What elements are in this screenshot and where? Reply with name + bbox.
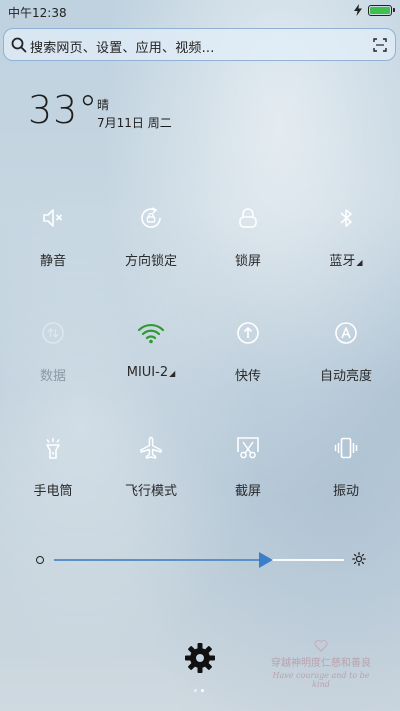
battery-level: [370, 6, 390, 14]
toggle-auto-brightness[interactable]: 自动亮度: [296, 319, 396, 409]
toggle-label: 方向锁定: [124, 254, 177, 269]
screenshot-icon: [234, 434, 262, 462]
toggle-label: 振动: [332, 484, 359, 499]
scan-icon[interactable]: [373, 38, 387, 52]
vibrate-icon: [332, 434, 360, 462]
search-bar[interactable]: 搜索网页、设置、应用、视频...: [3, 28, 396, 61]
charging-icon: [354, 4, 362, 16]
toggle-label: 手电筒: [33, 484, 73, 499]
toggle-label: 截屏: [234, 484, 261, 499]
flashlight-icon: [39, 434, 67, 462]
toggle-wifi[interactable]: MIUI-2◢: [101, 319, 201, 409]
toggle-label: MIUI-2◢: [126, 365, 176, 380]
toggle-vibrate[interactable]: 振动: [296, 434, 396, 524]
toggle-bluetooth[interactable]: 蓝牙◢: [296, 204, 396, 294]
slider-thumb[interactable]: [258, 552, 273, 568]
rotation-lock-icon: [137, 204, 165, 232]
brightness-slider[interactable]: [36, 548, 366, 572]
watermark-main-text: 穿越神明度仁慈和善良: [271, 658, 371, 669]
brightness-low-icon: [36, 556, 44, 564]
weather-condition: 晴: [97, 98, 110, 112]
weather-temperature: 33°: [28, 88, 99, 132]
toggle-rotation-lock[interactable]: 方向锁定: [101, 204, 201, 294]
toggle-airplane-mode[interactable]: 飞行模式: [101, 434, 201, 524]
more-triangle-icon: ◢: [356, 258, 363, 267]
wallpaper-watermark: 穿越神明度仁慈和善良 Have courage and to be kind: [266, 640, 376, 689]
battery-icon: [368, 4, 395, 16]
toggle-screenshot[interactable]: 截屏: [198, 434, 298, 524]
toggle-label: 静音: [39, 254, 66, 269]
toggle-flashlight[interactable]: 手电筒: [3, 434, 103, 524]
wifi-icon: [137, 319, 165, 347]
toggle-mute[interactable]: 静音: [3, 204, 103, 294]
mobile-data-icon: [39, 319, 67, 347]
toggle-mobile-data[interactable]: 数据: [3, 319, 103, 409]
more-triangle-icon: ◢: [169, 369, 176, 378]
watermark-sub-text: Have courage and to be kind: [272, 671, 370, 689]
brightness-high-icon: [352, 552, 366, 566]
search-icon: [11, 37, 27, 53]
toggle-label: 飞行模式: [124, 484, 177, 499]
slider-fill: [54, 559, 266, 561]
page-dot: [194, 689, 197, 692]
toggle-label: 快传: [234, 369, 261, 384]
status-bar: 中午12:38: [0, 0, 400, 24]
toggle-label: 自动亮度: [319, 369, 372, 384]
quick-transfer-icon: [234, 319, 262, 347]
status-time: 中午12:38: [8, 6, 67, 20]
weather-date: 7月11日 周二: [97, 116, 172, 130]
settings-gear-icon[interactable]: [183, 641, 217, 675]
toggle-label: 锁屏: [234, 254, 261, 269]
heart-icon: [314, 640, 328, 652]
auto-brightness-icon: [332, 319, 360, 347]
lock-screen-icon: [234, 204, 262, 232]
toggle-lock-screen[interactable]: 锁屏: [198, 204, 298, 294]
status-right-group: [354, 4, 395, 16]
mute-icon: [39, 204, 67, 232]
toggle-label: 数据: [39, 369, 66, 384]
page-indicator: [194, 689, 204, 692]
search-placeholder: 搜索网页、设置、应用、视频...: [30, 41, 215, 56]
toggle-quick-transfer[interactable]: 快传: [198, 319, 298, 409]
bluetooth-icon: [332, 204, 360, 232]
toggle-label: 蓝牙◢: [329, 254, 363, 269]
airplane-icon: [137, 434, 165, 462]
page-dot-active: [201, 689, 204, 692]
